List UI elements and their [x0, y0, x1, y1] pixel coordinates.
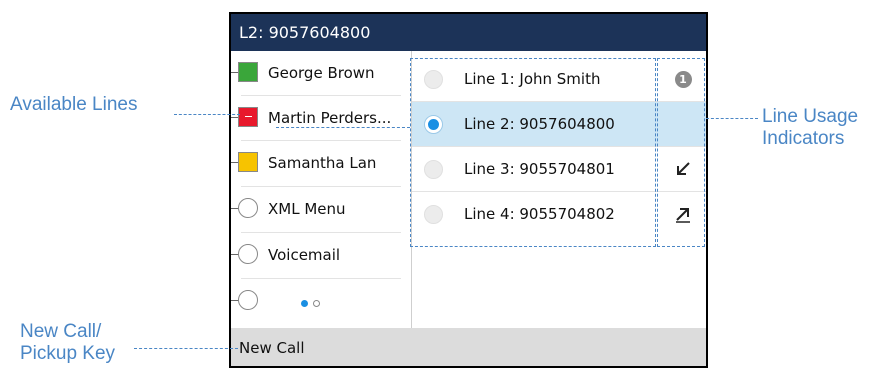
callout-available-lines: Available Lines [10, 94, 138, 115]
header-bar: L2: 9057604800 [231, 14, 706, 51]
blf-status-icon [238, 62, 258, 82]
blf-status-icon [238, 107, 258, 127]
key-xml-menu[interactable]: XML Menu [231, 187, 401, 231]
header-title: L2: 9057604800 [239, 23, 371, 42]
line-usage-outline [657, 58, 705, 247]
new-call-leader [134, 348, 238, 349]
key-label: Martin Perders... [268, 109, 392, 127]
callout-new-call-pickup-key: New Call/ Pickup Key [20, 321, 115, 365]
callout-line-usage-line1: Line Usage [762, 106, 859, 127]
page-indicator[interactable] [301, 300, 320, 307]
key-label: Samantha Lan [268, 154, 377, 172]
callout-line-usage-indicators: Line Usage Indicators [762, 106, 858, 150]
key-voicemail[interactable]: Voicemail [231, 233, 401, 277]
line-usage-leader [706, 118, 758, 119]
page-dot-active [301, 300, 308, 307]
callout-new-call-line2: Pickup Key [20, 343, 116, 364]
key-george-brown[interactable]: George Brown [231, 51, 401, 95]
available-lines-leader [174, 114, 240, 115]
available-lines-outline [410, 58, 656, 247]
callout-new-call-line1: New Call/ [20, 321, 102, 342]
empty-key-icon [238, 290, 258, 310]
programmable-keys-panel: George Brown Martin Perders... Samantha … [231, 51, 411, 328]
page-dot-inactive [313, 300, 320, 307]
empty-key-icon [238, 198, 258, 218]
empty-key-icon [238, 244, 258, 264]
key-label: Voicemail [268, 246, 341, 264]
new-call-softkey[interactable]: New Call [239, 328, 305, 366]
available-lines-leader-2 [276, 127, 410, 128]
key-label: George Brown [268, 64, 375, 82]
callout-line-usage-line2: Indicators [762, 128, 845, 149]
key-samantha-lan[interactable]: Samantha Lan [231, 141, 401, 185]
key-label: XML Menu [268, 200, 346, 218]
softkey-bar: New Call [231, 328, 706, 366]
blf-status-icon [238, 152, 258, 172]
key-martin-perders[interactable]: Martin Perders... [231, 96, 401, 140]
